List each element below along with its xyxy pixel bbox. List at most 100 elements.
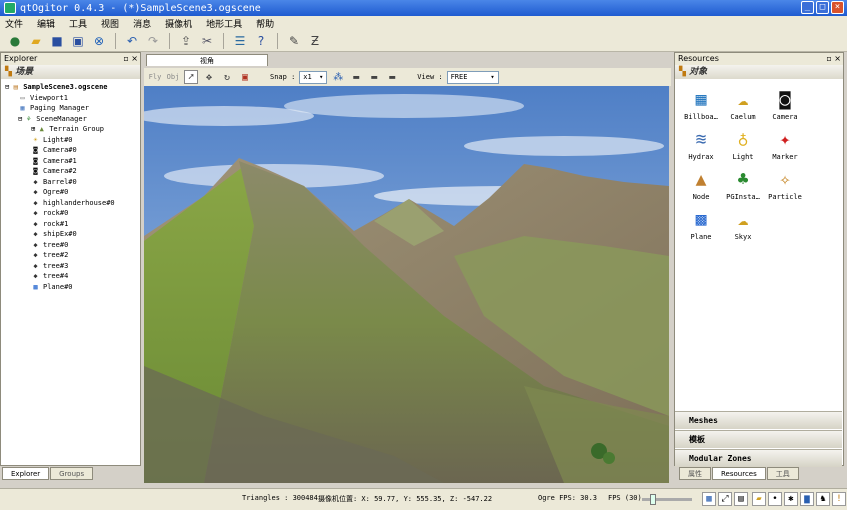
- tree-item[interactable]: ◆ Barrel#0: [1, 177, 140, 188]
- expand-toggle-icon[interactable]: ⊟: [5, 83, 9, 91]
- res-marker[interactable]: ✦ Marker: [764, 127, 806, 162]
- tree-item[interactable]: ⊟ ⚘ SceneManager: [1, 114, 140, 125]
- chart-icon[interactable]: ▆: [800, 492, 814, 506]
- minimize-button[interactable]: _: [801, 1, 814, 14]
- tree-item[interactable]: ◙ Camera#1: [1, 156, 140, 167]
- res-hydrax[interactable]: ≋ Hydrax: [680, 127, 722, 162]
- help-icon[interactable]: ?: [252, 32, 270, 50]
- res-billboard[interactable]: ▦ Billboa…: [680, 87, 722, 122]
- menu-camera[interactable]: 摄像机: [165, 17, 192, 30]
- save-icon[interactable]: ■: [48, 32, 66, 50]
- templates-label: 模板: [689, 435, 705, 444]
- tree-item-label: Camera#1: [43, 156, 77, 165]
- tree-item[interactable]: ◆ tree#3: [1, 261, 140, 272]
- res-caelum[interactable]: ☁ Caelum: [722, 87, 764, 122]
- res-particle[interactable]: ✧ Particle: [764, 167, 806, 202]
- tree-item[interactable]: ☀ Light#0: [1, 135, 140, 146]
- tab-explorer[interactable]: Explorer: [2, 467, 50, 480]
- tree-item[interactable]: ▩ Plane#0: [1, 282, 140, 293]
- view-select[interactable]: FREE ▾: [446, 70, 499, 84]
- menu-terrain-tools[interactable]: 地形工具: [206, 17, 242, 30]
- accordion-meshes[interactable]: Meshes: [675, 411, 842, 429]
- menu-tools[interactable]: 工具: [69, 17, 87, 30]
- res-node[interactable]: ▲ Node: [680, 167, 722, 202]
- rotate-tool-icon[interactable]: ↻: [220, 70, 234, 84]
- warning-icon[interactable]: !: [832, 492, 846, 506]
- menu-edit[interactable]: 编辑: [37, 17, 55, 30]
- info-icon[interactable]: ♞: [816, 492, 830, 506]
- fullscreen-icon[interactable]: ⤢: [718, 492, 732, 506]
- res-label: PGInsta…: [726, 193, 760, 201]
- settings-icon[interactable]: ✱: [784, 492, 798, 506]
- save-as-icon[interactable]: ▣: [69, 32, 87, 50]
- obj-mode-button[interactable]: Obj: [166, 70, 180, 84]
- export-icon[interactable]: ⇪: [177, 32, 195, 50]
- res-skyx[interactable]: ☁ Skyx: [722, 207, 764, 242]
- tab-resources[interactable]: Resources: [712, 467, 766, 480]
- snap-select[interactable]: x1 ▾: [299, 70, 328, 84]
- scene-viewport[interactable]: [144, 86, 669, 483]
- tree-item[interactable]: ⊞ ▲ Terrain Group: [1, 124, 140, 135]
- res-camera[interactable]: ◙ Camera: [764, 87, 806, 122]
- scale-tool-icon[interactable]: ▣: [238, 70, 252, 84]
- menu-view[interactable]: 视图: [101, 17, 119, 30]
- res-label: Billboa…: [684, 113, 718, 121]
- world-icon[interactable]: ●: [6, 32, 24, 50]
- tab-groups[interactable]: Groups: [50, 467, 94, 480]
- camera-options-icon[interactable]: ▬: [367, 70, 381, 84]
- tree-item[interactable]: ◙ Camera#0: [1, 145, 140, 156]
- res-light[interactable]: ♁ Light: [722, 127, 764, 162]
- tree-item[interactable]: ◆ tree#4: [1, 271, 140, 282]
- maximize-button[interactable]: □: [816, 1, 829, 14]
- tree-item[interactable]: ▦ Paging Manager: [1, 103, 140, 114]
- menu-messages[interactable]: 消息: [133, 17, 151, 30]
- slider-handle[interactable]: [650, 494, 656, 505]
- view-label: View :: [417, 73, 443, 81]
- menu-file[interactable]: 文件: [5, 17, 23, 30]
- tools-icon[interactable]: ✂: [198, 32, 216, 50]
- entity-icon: ◆: [33, 261, 38, 270]
- undo-icon[interactable]: ↶: [123, 32, 141, 50]
- redo-icon[interactable]: ↷: [144, 32, 162, 50]
- tab-tools[interactable]: 工具: [766, 467, 799, 480]
- expand-toggle-icon[interactable]: ⊞: [31, 125, 35, 133]
- terrain-edit-icon[interactable]: ✎: [285, 32, 303, 50]
- layers-icon[interactable]: ☰: [231, 32, 249, 50]
- expand-toggle-icon[interactable]: ⊟: [18, 115, 22, 123]
- fly-mode-button[interactable]: Fly: [148, 70, 162, 84]
- tree-item[interactable]: ⊟ ▤ SampleScene3.ogscene: [1, 82, 140, 93]
- panel-buttons[interactable]: ▫ ×: [826, 53, 841, 65]
- select-tool-icon[interactable]: ➚: [184, 70, 198, 84]
- accordion-templates[interactable]: 模板: [675, 430, 842, 448]
- close-button[interactable]: ×: [831, 1, 844, 14]
- close-scene-icon[interactable]: ⊗: [90, 32, 108, 50]
- entity-icon: ◆: [33, 251, 38, 260]
- layout-icon[interactable]: ▤: [734, 492, 748, 506]
- panel-buttons[interactable]: ▫ ×: [123, 53, 138, 65]
- tree-item[interactable]: ◙ Camera#2: [1, 166, 140, 177]
- res-pginstance[interactable]: ♣ PGInsta…: [722, 167, 764, 202]
- tree-item[interactable]: ◆ tree#2: [1, 250, 140, 261]
- tree-item[interactable]: ◆ highlanderhouse#0: [1, 198, 140, 209]
- tree-item[interactable]: ◆ rock#1: [1, 219, 140, 230]
- dot-icon[interactable]: •: [768, 492, 782, 506]
- grid-toggle-icon[interactable]: ▦: [702, 492, 716, 506]
- tree-item[interactable]: ◆ rock#0: [1, 208, 140, 219]
- fps-slider[interactable]: [642, 494, 692, 505]
- tree-item[interactable]: ◆ Ogre#0: [1, 187, 140, 198]
- res-plane[interactable]: ▩ Plane: [680, 207, 722, 242]
- folder-icon[interactable]: ▰: [752, 492, 766, 506]
- camera-control-icon[interactable]: ▬: [349, 70, 363, 84]
- terrain-flatten-icon[interactable]: Ƶ: [306, 32, 324, 50]
- viewport-tab[interactable]: 视角: [146, 54, 268, 66]
- tab-properties[interactable]: 属性: [679, 467, 711, 480]
- tree-item[interactable]: ▭ Viewport1: [1, 93, 140, 104]
- tree-item[interactable]: ◆ shipEx#0: [1, 229, 140, 240]
- object-snap-icon[interactable]: ⁂: [331, 70, 345, 84]
- camera-settings-icon[interactable]: ▬: [385, 70, 399, 84]
- open-folder-icon[interactable]: ▰: [27, 32, 45, 50]
- menu-help[interactable]: 帮助: [256, 17, 274, 30]
- tree-item[interactable]: ◆ tree#0: [1, 240, 140, 251]
- move-tool-icon[interactable]: ✥: [202, 70, 216, 84]
- accordion-modular-zones[interactable]: Modular Zones: [675, 449, 842, 467]
